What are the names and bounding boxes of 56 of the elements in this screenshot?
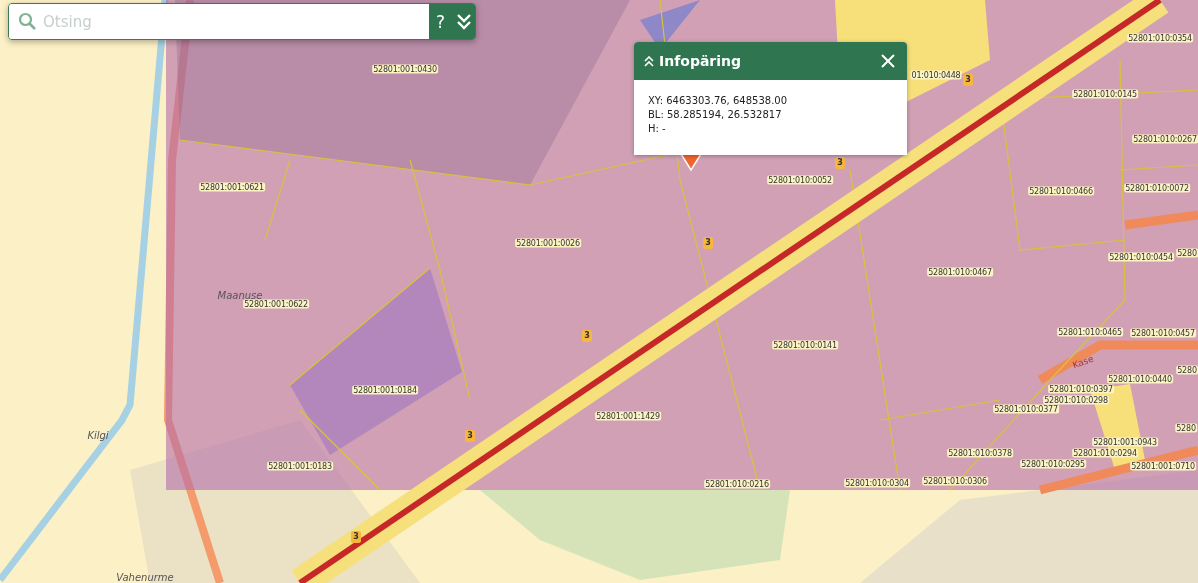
- coordinate-text: H: -: [648, 122, 667, 136]
- parcel-label: 52801:010:0141: [772, 340, 838, 350]
- route-number-badge: 3: [351, 531, 361, 543]
- parcel-label: 52801:010:0072: [1124, 183, 1190, 193]
- double-chevron-down-icon: [455, 12, 472, 31]
- place-name: Vahenurme: [116, 571, 174, 583]
- parcel-label: 52801:010:0306: [922, 476, 988, 486]
- close-icon: [881, 54, 895, 68]
- parcel-label: 52801:001:0430: [372, 64, 438, 74]
- search-icon: [18, 12, 37, 31]
- parcel-label: 5280: [1176, 365, 1198, 375]
- parcel-label: 52801:010:0440: [1107, 374, 1173, 384]
- route-number-badge: 3: [835, 157, 845, 169]
- parcel-label: 52801:010:0467: [927, 267, 993, 277]
- parcel-label: 52801:001:0183: [267, 461, 333, 471]
- parcel-label: 52801:001:0621: [199, 182, 265, 192]
- parcel-label: 52801:010:0216: [704, 479, 770, 489]
- parcel-label: 52801:010:0378: [947, 448, 1013, 458]
- parcel-label: 52801:010:0377: [993, 404, 1059, 414]
- parcel-label: 52801:001:0184: [352, 385, 418, 395]
- parcel-label: 52801:010:0397: [1048, 384, 1114, 394]
- parcel-label: 52801:010:0295: [1020, 459, 1086, 469]
- parcel-label: 52801:010:0294: [1072, 448, 1138, 458]
- search-field[interactable]: Otsing: [9, 4, 429, 39]
- route-number-badge: 3: [703, 237, 713, 249]
- parcel-label: 52801:001:0622: [243, 299, 309, 309]
- coordinate-text: XY: 6463303.76, 648538.00: [648, 94, 789, 108]
- coordinate-text: BL: 58.285194, 26.532817: [648, 108, 783, 122]
- parcel-label: 52801:010:0052: [767, 175, 833, 185]
- route-number-badge: 3: [465, 430, 475, 442]
- parcel-label: 52801:001:0943: [1092, 437, 1158, 447]
- parcel-label: 5280: [1175, 423, 1197, 433]
- parcel-label: 52801:010:0298: [1043, 395, 1109, 405]
- parcel-label: 52801:010:0145: [1072, 89, 1138, 99]
- help-button[interactable]: ?: [429, 4, 452, 39]
- route-number-badge: 3: [582, 330, 592, 342]
- parcel-label: 52801:010:0267: [1132, 134, 1198, 144]
- street-name: Kase: [1071, 353, 1095, 371]
- close-button[interactable]: [879, 52, 897, 70]
- expand-button[interactable]: [452, 4, 475, 39]
- parcel-label: 52801:010:0457: [1130, 328, 1196, 338]
- parcel-label: 01:010:0448: [910, 70, 962, 80]
- place-name: Maanuse: [217, 289, 263, 301]
- parcel-label: 52801:001:1429: [595, 411, 661, 421]
- parcel-label: 52801:010:0354: [1127, 33, 1193, 43]
- parcel-label: 52801:010:0304: [844, 478, 910, 488]
- double-chevron-up-icon: [644, 55, 654, 67]
- parcel-label: 52801:001:0710: [1130, 461, 1196, 471]
- parcel-label: 52801:001:0026: [515, 238, 581, 248]
- popup-title: Infopäring: [659, 53, 743, 69]
- route-number-badge: 3: [963, 74, 973, 86]
- parcel-label: 52801:010:0465: [1057, 327, 1123, 337]
- parcel-label: 52801:010:0454: [1108, 252, 1174, 262]
- place-name: Kilgi: [87, 429, 109, 441]
- parcel-label: 52801:010:0466: [1028, 186, 1094, 196]
- parcel-label: 5280: [1176, 248, 1198, 258]
